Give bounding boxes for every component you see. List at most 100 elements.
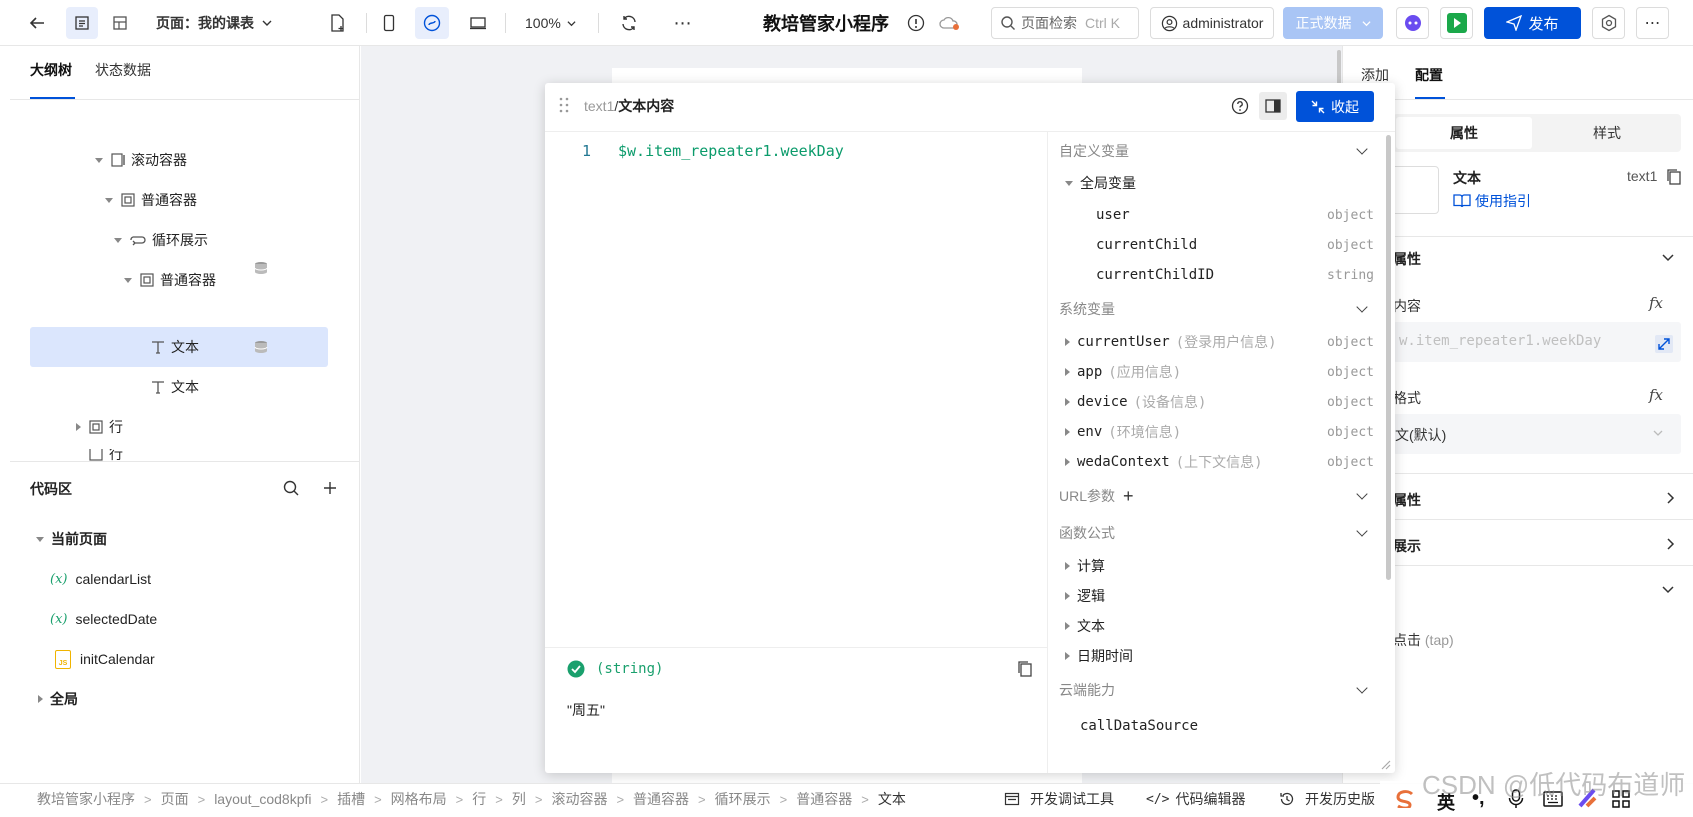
breadcrumb-item[interactable]: 行	[472, 789, 486, 809]
drag-handle-icon[interactable]	[559, 97, 569, 113]
chevron-right-icon[interactable]	[1666, 492, 1676, 504]
var-user[interactable]: user object	[1048, 199, 1384, 231]
tree-node-scroll-container[interactable]: 滚动容器	[95, 140, 187, 180]
function-group-text[interactable]: 文本	[1048, 610, 1384, 642]
var-env[interactable]: env (环境信息) object	[1048, 416, 1384, 448]
var-currentchildid[interactable]: currentChildID string	[1048, 259, 1384, 291]
section-custom-variables[interactable]: 自定义变量	[1048, 135, 1384, 167]
var-currentuser[interactable]: currentUser (登录用户信息) object	[1048, 326, 1384, 358]
more-menu-icon[interactable]: ⋯	[1636, 7, 1669, 39]
publish-button[interactable]: 发布	[1484, 7, 1581, 39]
tab-config[interactable]: 配置	[1415, 65, 1443, 85]
var-app[interactable]: app (应用信息) object	[1048, 356, 1384, 388]
tab-add[interactable]: 添加	[1361, 65, 1389, 85]
function-group-logic[interactable]: 逻辑	[1048, 580, 1384, 612]
cloud-sync-icon[interactable]	[938, 7, 962, 39]
seg-style[interactable]: 样式	[1537, 117, 1677, 149]
mobile-preview-icon[interactable]	[374, 7, 404, 39]
outline-view-icon[interactable]	[66, 7, 98, 39]
tree-node-row[interactable]: 行	[76, 407, 123, 447]
back-arrow-icon[interactable]	[22, 7, 52, 39]
collapse-button[interactable]: 收起	[1296, 91, 1374, 122]
tree-node-container-inner[interactable]: 普通容器	[124, 260, 216, 300]
tree-node-row[interactable]: 行	[88, 449, 123, 461]
breadcrumb-item[interactable]: 页面	[161, 789, 189, 809]
miniprogram-preview-icon[interactable]	[415, 7, 449, 39]
page-search-input[interactable]: 页面检索 Ctrl K	[991, 7, 1139, 39]
ai-assistant-icon[interactable]	[1396, 7, 1429, 39]
desktop-preview-icon[interactable]	[462, 7, 494, 39]
function-group-datetime[interactable]: 日期时间	[1048, 640, 1384, 672]
group-global-variables[interactable]: 全局变量	[1065, 167, 1385, 199]
debug-tools-button[interactable]: 开发调试工具	[1004, 788, 1114, 810]
fx-icon[interactable]: fx	[1649, 294, 1663, 312]
code-item-initcalendar[interactable]: JS initCalendar	[55, 639, 155, 679]
code-item-calendarlist[interactable]: (x) calendarList	[50, 559, 151, 599]
add-icon[interactable]	[322, 480, 338, 496]
usage-guide-link[interactable]: 使用指引	[1453, 191, 1531, 211]
copy-icon[interactable]	[1666, 168, 1682, 186]
function-group-math[interactable]: 计算	[1048, 550, 1384, 582]
expand-icon[interactable]	[1655, 335, 1673, 353]
group-attributes-title[interactable]: 属性	[1393, 490, 1421, 510]
resize-handle-icon[interactable]	[1379, 758, 1391, 770]
code-group-current-page[interactable]: 当前页面	[36, 519, 107, 559]
add-page-icon[interactable]	[322, 7, 352, 39]
section-url-params[interactable]: URL参数 +	[1048, 480, 1384, 512]
section-functions[interactable]: 函数公式	[1048, 517, 1384, 549]
env-selector[interactable]: 正式数据	[1283, 7, 1383, 39]
tree-node-text[interactable]: 文本	[150, 327, 199, 367]
code-item-selecteddate[interactable]: (x) selectedDate	[50, 599, 157, 639]
breadcrumb-item[interactable]: 列	[512, 789, 526, 809]
chevron-right-icon[interactable]	[1666, 538, 1676, 550]
zoom-selector[interactable]: 100%	[525, 7, 576, 39]
tree-node-repeater[interactable]: 循环展示	[114, 220, 208, 260]
breadcrumb-item[interactable]: 普通容器	[633, 789, 689, 809]
content-input[interactable]: w.item_repeater1.weekDay	[1393, 322, 1681, 362]
breadcrumb-item[interactable]: 循环展示	[715, 789, 771, 809]
tree-node-container[interactable]: 普通容器	[105, 180, 197, 220]
code-editor-button[interactable]: </> 代码编辑器	[1146, 788, 1245, 810]
code-editor[interactable]: 1 $w.item_repeater1.weekDay	[545, 132, 1047, 647]
cloud-item-calldatasource[interactable]: callDataSource	[1048, 710, 1384, 742]
breadcrumb-item[interactable]: layout_cod8kpfi	[214, 791, 311, 807]
copy-icon[interactable]	[1017, 660, 1033, 678]
section-system-variables[interactable]: 系统变量	[1048, 293, 1384, 325]
toggle-sidebar-icon[interactable]	[1259, 92, 1287, 120]
page-selector[interactable]: 页面：我的课表	[156, 7, 272, 39]
breadcrumb-item-current[interactable]: 文本	[878, 789, 906, 809]
tab-outline-tree[interactable]: 大纲树	[30, 60, 72, 80]
group-display-title[interactable]: 展示	[1393, 536, 1421, 556]
group-properties-title[interactable]: 属性	[1393, 249, 1421, 269]
breadcrumb-item[interactable]: 网格布局	[391, 789, 447, 809]
var-currentchild[interactable]: currentChild object	[1048, 229, 1384, 261]
refresh-icon[interactable]	[614, 7, 644, 39]
code-line[interactable]: $w.item_repeater1.weekDay	[618, 142, 844, 160]
help-icon[interactable]	[1231, 97, 1249, 115]
breadcrumb-item[interactable]: 插槽	[337, 789, 365, 809]
variable-scrollbar[interactable]	[1386, 135, 1391, 580]
code-group-global[interactable]: 全局	[38, 679, 78, 719]
event-tap[interactable]: 点击 (tap)	[1393, 630, 1454, 650]
preview-run-icon[interactable]	[1440, 7, 1473, 39]
fx-icon[interactable]: fx	[1649, 386, 1663, 404]
history-button[interactable]: 开发历史版	[1279, 788, 1375, 810]
format-select[interactable]: 文(默认)	[1393, 414, 1681, 454]
sogou-logo-icon[interactable]	[1394, 790, 1416, 808]
chevron-down-icon[interactable]	[1662, 585, 1674, 595]
breadcrumb-item[interactable]: 滚动容器	[551, 789, 607, 809]
more-icon[interactable]: ⋯	[668, 7, 698, 39]
tab-state-data[interactable]: 状态数据	[95, 60, 151, 80]
chevron-down-icon[interactable]	[1662, 253, 1674, 263]
breadcrumb-item[interactable]: 普通容器	[796, 789, 852, 809]
var-device[interactable]: device (设备信息) object	[1048, 386, 1384, 418]
seg-properties[interactable]: 属性	[1396, 117, 1532, 149]
tree-node-text[interactable]: 文本	[150, 367, 199, 407]
var-wedacontext[interactable]: wedaContext (上下文信息) object	[1048, 446, 1384, 478]
breadcrumb-item[interactable]: 教培管家小程序	[37, 789, 135, 809]
user-menu[interactable]: administrator	[1150, 7, 1274, 39]
settings-icon[interactable]	[1592, 7, 1625, 39]
section-cloud[interactable]: 云端能力	[1048, 674, 1384, 706]
search-icon[interactable]	[282, 479, 300, 497]
add-icon[interactable]: +	[1123, 486, 1134, 507]
